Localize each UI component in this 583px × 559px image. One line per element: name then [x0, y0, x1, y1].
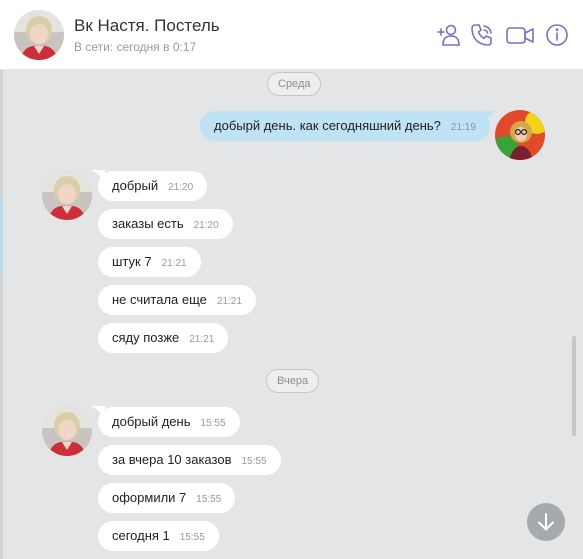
message-text: штук 7 [112, 254, 152, 269]
incoming-message[interactable]: сяду позже 21:21 [98, 323, 229, 353]
message-time: 21:21 [161, 258, 187, 269]
message-time: 15:55 [179, 532, 205, 543]
contact-avatar[interactable] [42, 406, 92, 456]
message-text: добрый [112, 178, 159, 193]
message-text: сяду позже [112, 330, 180, 345]
contact-avatar[interactable] [42, 170, 92, 220]
message-text: оформили 7 [112, 490, 187, 505]
incoming-message[interactable]: сегодня 1 15:55 [98, 521, 219, 551]
message-time: 21:20 [193, 220, 219, 231]
message-time: 21:19 [450, 122, 476, 133]
message-time: 21:21 [216, 296, 242, 307]
message-text: добрый день [112, 414, 191, 429]
message-text: не считала еще [112, 292, 207, 307]
message-time: 21:20 [168, 182, 194, 193]
message-text: добырй день. как сегодняшний день? [214, 118, 441, 133]
message-text: заказы есть [112, 216, 184, 231]
date-separator: Среда [267, 72, 322, 96]
message-text: сегодня 1 [112, 528, 170, 543]
my-avatar[interactable] [495, 110, 545, 160]
video-camera-icon[interactable] [505, 22, 535, 48]
message-text: за вчера 10 заказов [112, 452, 232, 467]
arrow-down-icon [538, 513, 554, 531]
add-contact-icon[interactable] [436, 22, 462, 48]
message-time: 15:55 [200, 418, 226, 429]
incoming-message[interactable]: штук 7 21:21 [98, 247, 201, 277]
date-separator: Вчера [266, 369, 320, 393]
scroll-to-bottom-button[interactable] [527, 503, 565, 541]
chat-title: Вк Настя. Постель [74, 16, 220, 35]
incoming-message[interactable]: не считала еще 21:21 [98, 285, 256, 315]
incoming-message[interactable]: добрый день 15:55 [98, 407, 240, 437]
scrollbar-thumb[interactable] [572, 336, 576, 436]
online-status: В сети: сегодня в 0:17 [74, 40, 197, 54]
phone-icon[interactable] [469, 22, 495, 48]
contact-avatar[interactable] [14, 10, 64, 60]
message-time: 15:55 [241, 456, 267, 467]
chat-header: Вк Настя. Постель В сети: сегодня в 0:17 [0, 0, 583, 70]
incoming-message[interactable]: заказы есть 21:20 [98, 209, 233, 239]
incoming-message[interactable]: добрый 21:20 [98, 171, 208, 201]
info-icon[interactable] [544, 22, 570, 48]
bubble-tail [483, 111, 497, 125]
incoming-message[interactable]: за вчера 10 заказов 15:55 [98, 445, 281, 475]
message-time: 21:21 [189, 334, 215, 345]
incoming-message[interactable]: оформили 7 15:55 [98, 483, 236, 513]
outgoing-message[interactable]: добырй день. как сегодняшний день? 21:19 [200, 111, 490, 141]
panel-divider [0, 70, 3, 559]
message-time: 15:55 [196, 494, 222, 505]
